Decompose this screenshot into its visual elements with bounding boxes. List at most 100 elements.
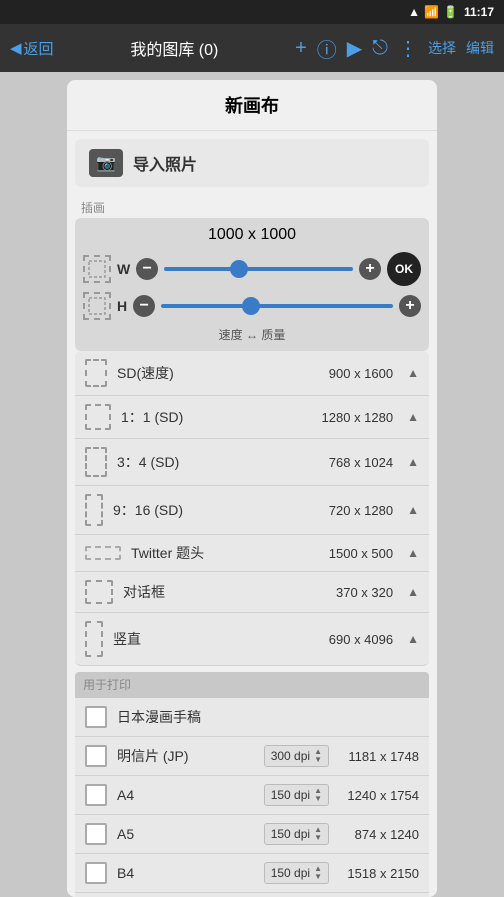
preset-expand-9x16-icon: ▲ xyxy=(407,503,419,517)
more-icon[interactable]: ⋮ xyxy=(398,36,418,61)
top-nav: ◀ 返回 我的图库 (0) + ⓘ ▶ ⎋ ⋮ 选择 编辑 xyxy=(0,24,504,72)
print-name-b4: B4 xyxy=(117,865,254,881)
a4-dpi-value: 150 dpi xyxy=(271,788,310,802)
preset-name-3x4: 3：4 (SD) xyxy=(117,452,319,472)
height-slider-row: H − + xyxy=(83,292,421,320)
dpi-arrow-down-icon: ▼ xyxy=(314,756,322,764)
b4-dpi-arrows: ▲ ▼ xyxy=(314,865,322,881)
list-item[interactable]: B5 150 dpi ▲ ▼ 1075 x 1518 xyxy=(75,893,429,897)
width-slider-row: W − + OK xyxy=(83,252,421,286)
preset-size-3x4: 768 x 1024 xyxy=(329,455,393,470)
dimension-w-icon xyxy=(83,255,111,283)
list-item[interactable]: B4 150 dpi ▲ ▼ 1518 x 2150 xyxy=(75,854,429,893)
preset-size-twitter: 1500 x 500 xyxy=(329,546,393,561)
add-icon[interactable]: + xyxy=(295,37,307,60)
canvas-height-value: 1000 xyxy=(260,226,296,243)
list-item[interactable]: 9：16 (SD) 720 x 1280 ▲ xyxy=(75,486,429,535)
print-checkbox-postcard[interactable] xyxy=(85,745,107,767)
preset-name-1x1: 1：1 (SD) xyxy=(121,407,312,427)
preset-size-9x16: 720 x 1280 xyxy=(329,503,393,518)
preset-list: SD(速度) 900 x 1600 ▲ 1：1 (SD) 1280 x 1280… xyxy=(75,351,429,666)
preset-name-sd: SD(速度) xyxy=(117,363,319,383)
preset-name-9x16: 9：16 (SD) xyxy=(113,500,319,520)
preset-icon-vertical xyxy=(85,621,103,657)
b4-dpi-selector[interactable]: 150 dpi ▲ ▼ xyxy=(264,862,329,884)
nav-title: 我的图库 (0) xyxy=(54,36,296,60)
a5-dpi-selector[interactable]: 150 dpi ▲ ▼ xyxy=(264,823,329,845)
preset-expand-twitter-icon: ▲ xyxy=(407,546,419,560)
select-button[interactable]: 选择 xyxy=(428,38,456,58)
list-item[interactable]: 日本漫画手稿 xyxy=(75,698,429,737)
dpi-arrow-down-icon: ▼ xyxy=(314,834,322,842)
back-label: 返回 xyxy=(24,38,54,59)
print-name-a4: A4 xyxy=(117,787,254,803)
back-chevron-icon: ◀ xyxy=(10,39,22,57)
dpi-arrow-down-icon: ▼ xyxy=(314,795,322,803)
postcard-dpi-arrows: ▲ ▼ xyxy=(314,748,322,764)
list-item[interactable]: A4 150 dpi ▲ ▼ 1240 x 1754 xyxy=(75,776,429,815)
height-slider-thumb[interactable] xyxy=(242,297,260,315)
preset-expand-dialog-icon: ▲ xyxy=(407,585,419,599)
dimension-h-icon xyxy=(83,292,111,320)
print-checkbox-a4[interactable] xyxy=(85,784,107,806)
import-section[interactable]: 📷 导入照片 xyxy=(75,139,429,187)
edit-button[interactable]: 编辑 xyxy=(466,38,494,58)
canvas-x-separator: x xyxy=(248,226,256,243)
camera-icon: 📷 xyxy=(89,149,123,177)
print-size-a5: 874 x 1240 xyxy=(339,827,419,842)
canvas-ok-button[interactable]: OK xyxy=(387,252,421,286)
print-name-a5: A5 xyxy=(117,826,254,842)
import-label: 导入照片 xyxy=(133,151,197,175)
print-checkbox-b4[interactable] xyxy=(85,862,107,884)
print-size-a4: 1240 x 1754 xyxy=(339,788,419,803)
list-item[interactable]: SD(速度) 900 x 1600 ▲ xyxy=(75,351,429,396)
play-icon[interactable]: ▶ xyxy=(347,36,362,61)
postcard-dpi-value: 300 dpi xyxy=(271,749,310,763)
a4-dpi-selector[interactable]: 150 dpi ▲ ▼ xyxy=(264,784,329,806)
list-item[interactable]: 1：1 (SD) 1280 x 1280 ▲ xyxy=(75,396,429,439)
canvas-size-area: 1000 x 1000 W − + OK H xyxy=(75,218,429,351)
preset-icon-dialog xyxy=(85,580,113,604)
width-slider[interactable] xyxy=(164,267,353,271)
print-name-postcard: 明信片 (JP) xyxy=(117,746,254,766)
dialog-title: 新画布 xyxy=(67,80,437,131)
height-slider[interactable] xyxy=(161,304,393,308)
canvas-size-display: 1000 x 1000 xyxy=(83,226,421,244)
list-item[interactable]: A5 150 dpi ▲ ▼ 874 x 1240 xyxy=(75,815,429,854)
illustration-section-label: 插画 xyxy=(67,195,437,218)
postcard-dpi-selector[interactable]: 300 dpi ▲ ▼ xyxy=(264,745,329,767)
width-slider-thumb[interactable] xyxy=(230,260,248,278)
preset-icon-3x4 xyxy=(85,447,107,477)
preset-icon-9x16 xyxy=(85,494,103,526)
a5-dpi-value: 150 dpi xyxy=(271,827,310,841)
speed-quality-label: 速度 ↔ 质量 xyxy=(83,326,421,343)
list-item[interactable]: 竖直 690 x 4096 ▲ xyxy=(75,613,429,666)
height-plus-button[interactable]: + xyxy=(399,295,421,317)
print-size-b4: 1518 x 2150 xyxy=(339,866,419,881)
print-checkbox-manga[interactable] xyxy=(85,706,107,728)
list-item[interactable]: Twitter 题头 1500 x 500 ▲ xyxy=(75,535,429,572)
preset-name-vertical: 竖直 xyxy=(113,629,319,649)
info-icon[interactable]: ⓘ xyxy=(317,34,337,63)
preset-icon-sd xyxy=(85,359,107,387)
canvas-width-value: 1000 xyxy=(208,226,244,243)
width-minus-button[interactable]: − xyxy=(136,258,158,280)
width-plus-button[interactable]: + xyxy=(359,258,381,280)
print-name-manga: 日本漫画手稿 xyxy=(117,707,419,727)
preset-icon-1x1 xyxy=(85,404,111,430)
preset-expand-1x1-icon: ▲ xyxy=(407,410,419,424)
print-checkbox-a5[interactable] xyxy=(85,823,107,845)
preset-size-dialog: 370 x 320 xyxy=(336,585,393,600)
b4-dpi-value: 150 dpi xyxy=(271,866,310,880)
list-item[interactable]: 对话框 370 x 320 ▲ xyxy=(75,572,429,613)
list-item[interactable]: 3：4 (SD) 768 x 1024 ▲ xyxy=(75,439,429,486)
print-size-postcard: 1181 x 1748 xyxy=(339,749,419,764)
preset-size-1x1: 1280 x 1280 xyxy=(322,410,394,425)
status-time: 11:17 xyxy=(464,5,494,19)
preset-expand-3x4-icon: ▲ xyxy=(407,455,419,469)
list-item[interactable]: 明信片 (JP) 300 dpi ▲ ▼ 1181 x 1748 xyxy=(75,737,429,776)
main-content: 新画布 📷 导入照片 插画 1000 x 1000 W − xyxy=(0,72,504,897)
back-button[interactable]: ◀ 返回 xyxy=(10,38,54,59)
height-minus-button[interactable]: − xyxy=(133,295,155,317)
share-icon[interactable]: ⎋ xyxy=(372,37,388,60)
